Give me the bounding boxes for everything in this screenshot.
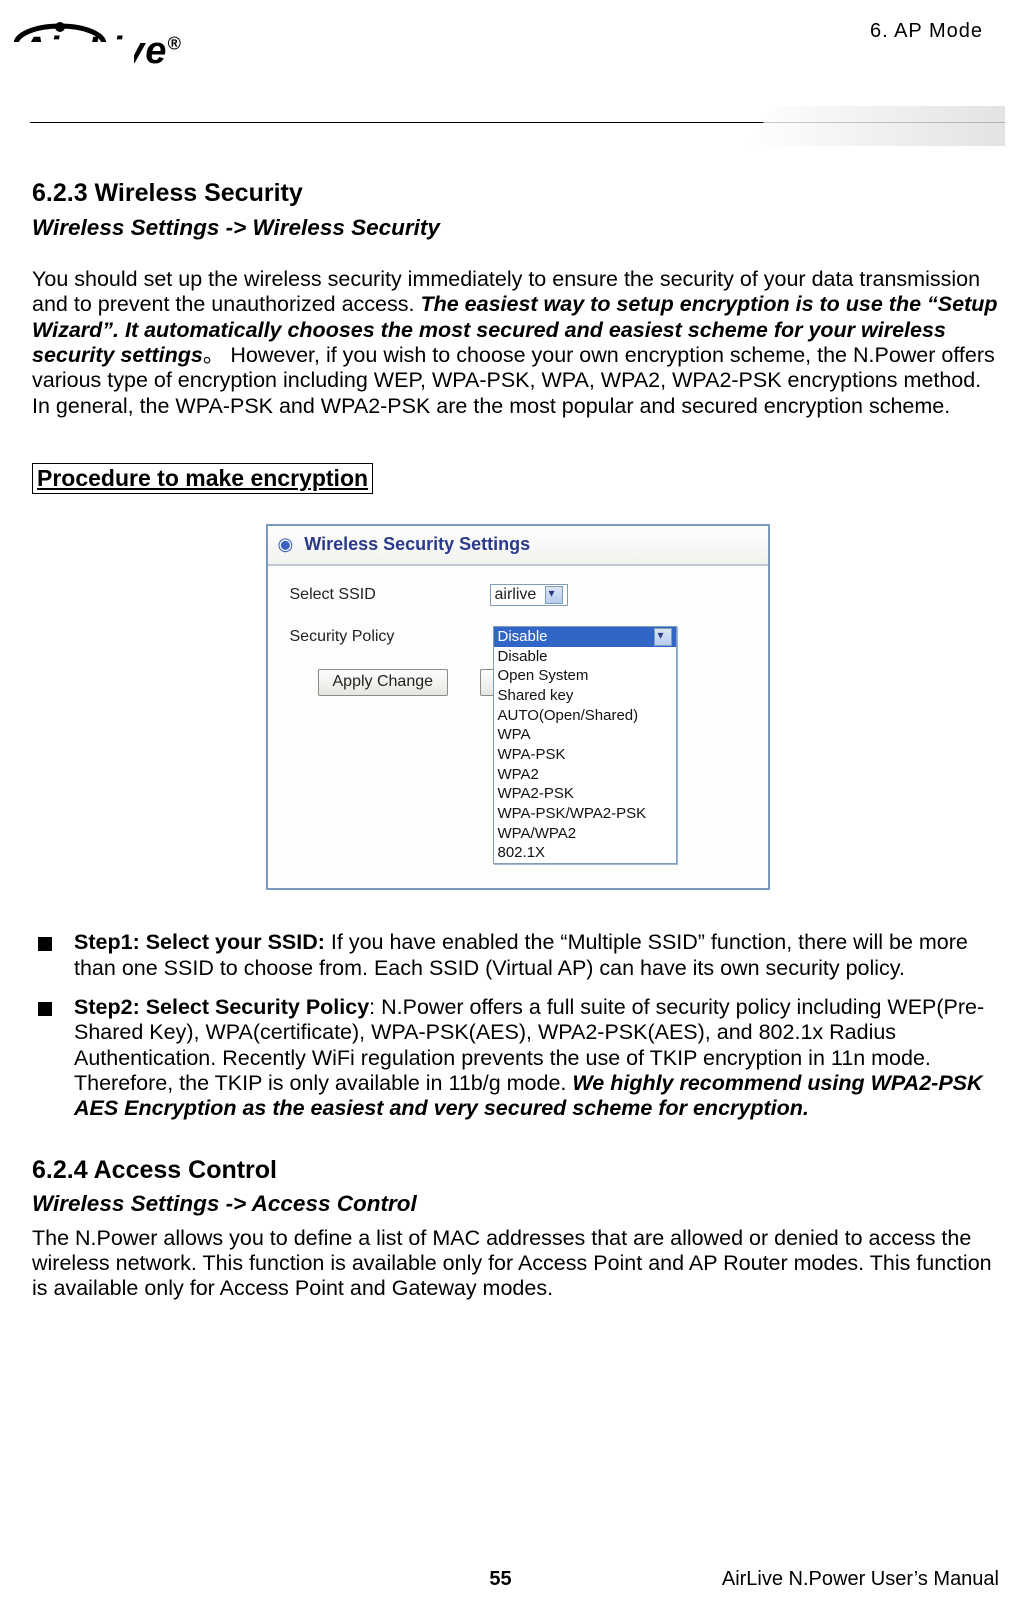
chevron-down-icon	[654, 628, 672, 646]
logo-registered: ®	[167, 33, 181, 53]
section-6-2-4-title: 6.2.4 Access Control	[32, 1156, 1003, 1186]
section-6-2-4-paragraph: The N.Power allows you to define a list …	[32, 1226, 1003, 1302]
section-6-2-3-paragraph: You should set up the wireless security …	[32, 267, 1003, 419]
step1-title: : Select your SSID:	[133, 930, 325, 954]
step2-title: : Select Security Policy	[133, 995, 370, 1019]
header-slant-decoration	[745, 106, 1005, 146]
screenshot-title: Wireless Security Settings	[304, 534, 530, 554]
ssid-value: airlive	[495, 586, 537, 605]
label-security-policy: Security Policy	[290, 628, 490, 647]
policy-option[interactable]: WPA-PSK/WPA2-PSK	[494, 804, 676, 824]
p1-dot: 。	[203, 343, 230, 367]
policy-option[interactable]: WPA-PSK	[494, 745, 676, 765]
step2-head: Step2	[74, 995, 133, 1019]
policy-option[interactable]: WPA/WPA2	[494, 824, 676, 844]
step-1: Step1: Select your SSID: If you have ena…	[32, 930, 1003, 981]
section-6-2-3-title: 6.2.3 Wireless Security	[32, 179, 1003, 209]
policy-selected: Disable	[498, 628, 548, 646]
policy-option[interactable]: Disable	[494, 647, 676, 667]
policy-option[interactable]: WPA2	[494, 765, 676, 785]
breadcrumb-623: Wireless Settings -> Wireless Security	[32, 215, 1003, 242]
select-ssid-dropdown[interactable]: airlive	[490, 584, 568, 607]
policy-option[interactable]: Shared key	[494, 686, 676, 706]
airlive-logo: Air Live®	[20, 30, 182, 73]
manual-title: AirLive N.Power User’s Manual	[722, 1568, 999, 1591]
security-policy-dropdown[interactable]: Disable Disable Open System Shared key A…	[493, 626, 677, 865]
policy-option[interactable]: 802.1X	[494, 843, 676, 863]
chevron-down-icon	[545, 586, 563, 604]
step-2: Step2: Select Security Policy: N.Power o…	[32, 995, 1003, 1122]
breadcrumb-624: Wireless Settings -> Access Control	[32, 1191, 1003, 1218]
step1-head: Step1	[74, 930, 133, 954]
policy-option[interactable]: Open System	[494, 666, 676, 686]
policy-option[interactable]: WPA2-PSK	[494, 784, 676, 804]
procedure-title: Procedure to make encryption	[32, 463, 373, 494]
policy-option[interactable]: WPA	[494, 725, 676, 745]
apply-change-button[interactable]: Apply Change	[318, 669, 449, 696]
wireless-security-screenshot: ◉ Wireless Security Settings Select SSID…	[266, 524, 770, 890]
radio-icon: ◉	[278, 534, 294, 554]
policy-option[interactable]: AUTO(Open/Shared)	[494, 706, 676, 726]
label-select-ssid: Select SSID	[290, 586, 490, 605]
